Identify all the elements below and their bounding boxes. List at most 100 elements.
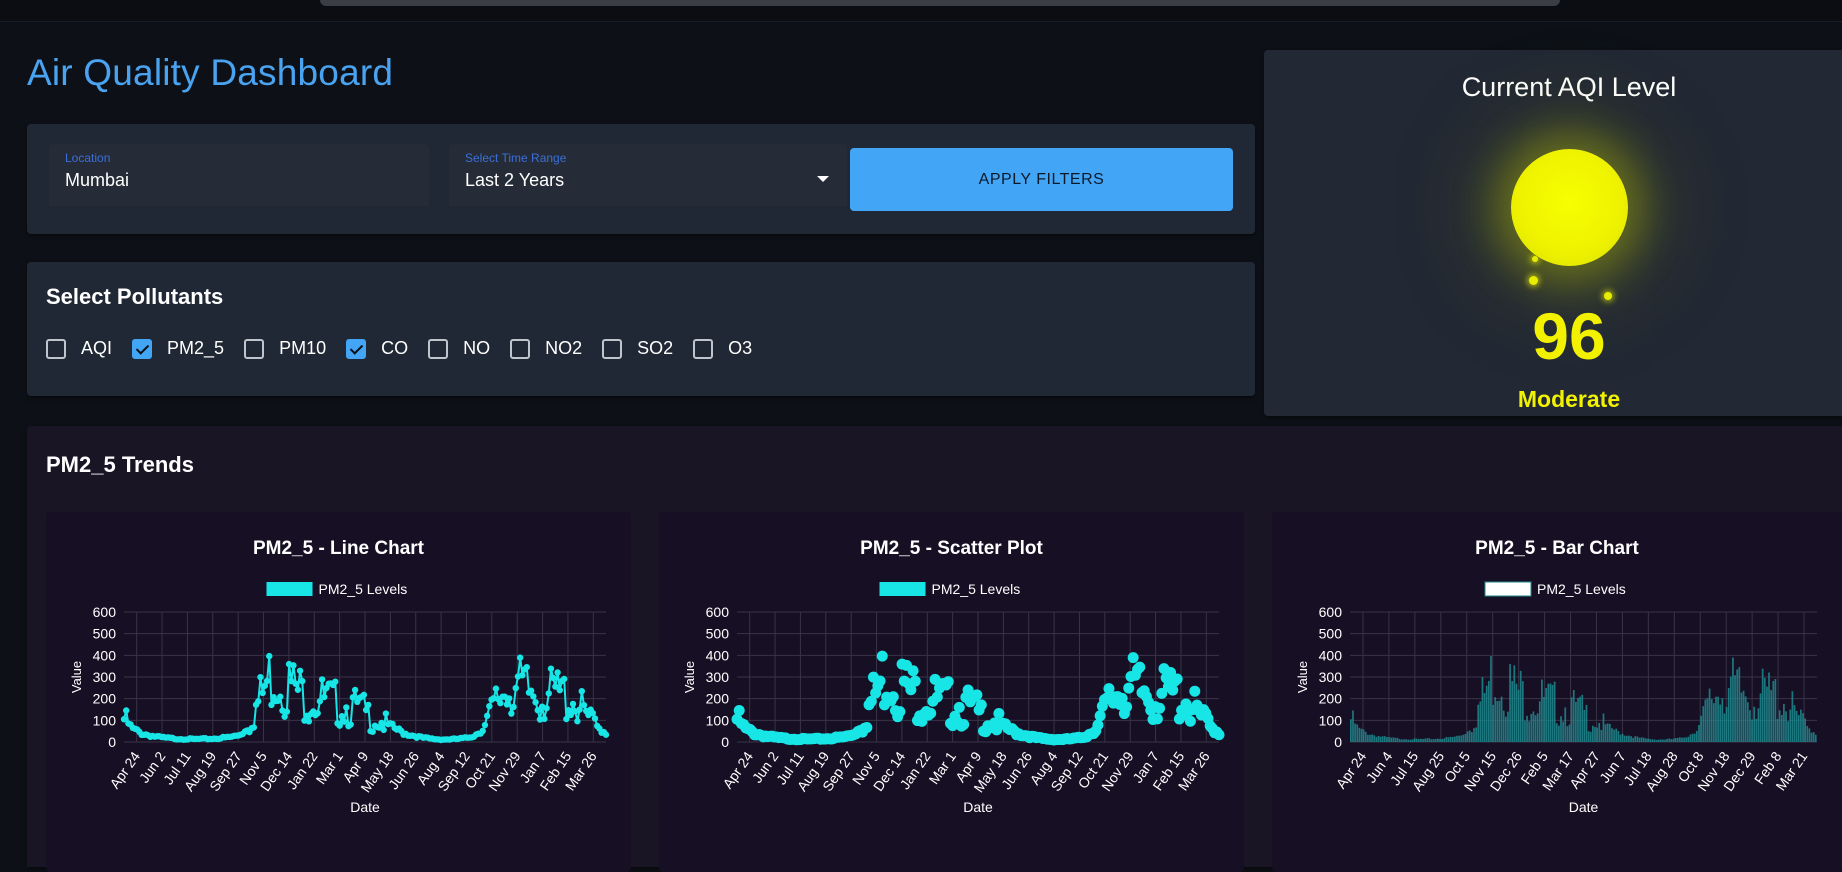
- data-bar: [1746, 702, 1749, 742]
- checkbox-icon[interactable]: [602, 338, 623, 359]
- data-point: [887, 691, 899, 703]
- dropdown-caret-icon[interactable]: [817, 176, 829, 182]
- data-point: [1167, 684, 1179, 696]
- y-tick-label: 500: [93, 626, 117, 642]
- data-bar: [1606, 723, 1609, 742]
- data-point: [602, 731, 610, 738]
- checkbox-icon[interactable]: [244, 338, 265, 359]
- checkbox-icon[interactable]: [428, 338, 449, 359]
- checkbox-label: NO: [463, 338, 491, 358]
- data-point: [294, 686, 302, 693]
- data-point: [532, 699, 539, 706]
- checkbox-checked-icon[interactable]: [346, 338, 367, 359]
- data-bar: [1424, 738, 1427, 742]
- y-tick-label: 500: [1319, 626, 1343, 642]
- legend-label: PM2_5 Levels: [319, 581, 408, 597]
- data-point: [321, 693, 328, 701]
- trends-panel: PM2_5 Trends PM2_5 - Line Chart PM2_5 Lev…: [27, 426, 1842, 872]
- y-tick-label: 600: [1319, 604, 1343, 620]
- data-bar: [1761, 668, 1764, 742]
- aqi-category: Moderate: [1517, 386, 1621, 412]
- data-point: [523, 663, 530, 671]
- data-bar: [1715, 696, 1717, 742]
- checkbox-checked-icon[interactable]: [132, 338, 153, 359]
- horizontal-scrollbar[interactable]: [320, 0, 1560, 6]
- data-bar: [1526, 715, 1528, 742]
- data-bar: [1791, 691, 1794, 742]
- data-bar: [1426, 738, 1429, 742]
- data-bar: [1768, 672, 1770, 742]
- data-point: [907, 665, 919, 677]
- data-point: [512, 684, 519, 692]
- data-bar: [1415, 738, 1418, 742]
- location-value[interactable]: Mumbai: [65, 170, 129, 191]
- data-bar: [1381, 736, 1384, 742]
- y-tick-label: 600: [93, 604, 117, 620]
- data-point: [527, 687, 535, 694]
- data-bar: [1642, 737, 1645, 742]
- data-point: [257, 673, 264, 681]
- data-bar: [1789, 709, 1792, 742]
- pollutant-checkbox-aqi[interactable]: AQI: [46, 338, 112, 359]
- data-bar: [1352, 710, 1354, 742]
- data-bar: [1462, 734, 1465, 742]
- data-bar: [1536, 713, 1539, 742]
- y-tick-label: 200: [93, 691, 117, 707]
- data-bar: [1729, 676, 1732, 742]
- data-bar: [1479, 701, 1482, 742]
- data-bar: [1449, 736, 1452, 742]
- checkbox-icon[interactable]: [46, 338, 66, 359]
- data-point: [861, 721, 873, 733]
- data-bar: [1549, 683, 1552, 742]
- pollutant-checkbox-co[interactable]: CO: [346, 338, 408, 359]
- data-bar: [1364, 731, 1367, 742]
- apply-filters-button[interactable]: APPLY FILTERS: [850, 148, 1233, 211]
- data-bar: [1496, 701, 1499, 742]
- data-bar: [1700, 715, 1702, 742]
- pollutant-checkbox-pm10[interactable]: PM10: [244, 338, 326, 359]
- data-point: [292, 680, 299, 687]
- data-bar: [1608, 723, 1611, 742]
- data-bar: [1679, 737, 1681, 742]
- data-point: [332, 678, 339, 685]
- data-bar: [1625, 735, 1628, 742]
- pollutant-checkbox-no2[interactable]: NO2: [510, 338, 582, 359]
- time-range-select[interactable]: Select Time Range Last 2 Years: [449, 144, 847, 206]
- data-point: [942, 676, 954, 688]
- y-tick-label: 500: [706, 626, 730, 642]
- data-point: [483, 712, 491, 720]
- data-bar: [1511, 681, 1514, 742]
- x-tick-label: Mar 1: [925, 748, 959, 787]
- legend-swatch: [1484, 581, 1532, 597]
- data-bar: [1532, 711, 1535, 742]
- data-bar: [1358, 727, 1361, 742]
- data-point: [894, 706, 906, 718]
- y-tick-label: 600: [706, 604, 730, 620]
- data-bar: [1468, 730, 1471, 742]
- data-bar: [1759, 693, 1762, 742]
- data-bar: [1445, 737, 1448, 742]
- data-bar: [1411, 739, 1414, 742]
- data-point: [971, 689, 983, 701]
- data-bar: [1392, 737, 1395, 742]
- data-bar: [1693, 733, 1696, 742]
- data-bar: [1696, 730, 1698, 742]
- data-bar: [1708, 688, 1711, 742]
- location-field[interactable]: Location Mumbai: [49, 144, 429, 206]
- data-bar: [1407, 739, 1410, 742]
- checkbox-icon[interactable]: [693, 338, 714, 359]
- data-bar: [1466, 731, 1469, 742]
- pollutant-checkbox-pm2-5[interactable]: PM2_5: [132, 338, 224, 359]
- data-point: [380, 726, 387, 734]
- x-tick-label: Apr 24: [1333, 748, 1370, 791]
- checkbox-icon[interactable]: [510, 338, 531, 359]
- data-bar: [1632, 737, 1635, 742]
- time-range-value[interactable]: Last 2 Years: [465, 170, 564, 191]
- data-point: [556, 686, 563, 694]
- data-bar: [1530, 713, 1533, 742]
- pollutant-checkbox-o3[interactable]: O3: [693, 338, 752, 359]
- data-bar: [1456, 735, 1458, 742]
- pollutant-checkbox-no[interactable]: NO: [428, 338, 490, 359]
- data-bar: [1766, 686, 1768, 742]
- pollutant-checkbox-so2[interactable]: SO2: [602, 338, 673, 359]
